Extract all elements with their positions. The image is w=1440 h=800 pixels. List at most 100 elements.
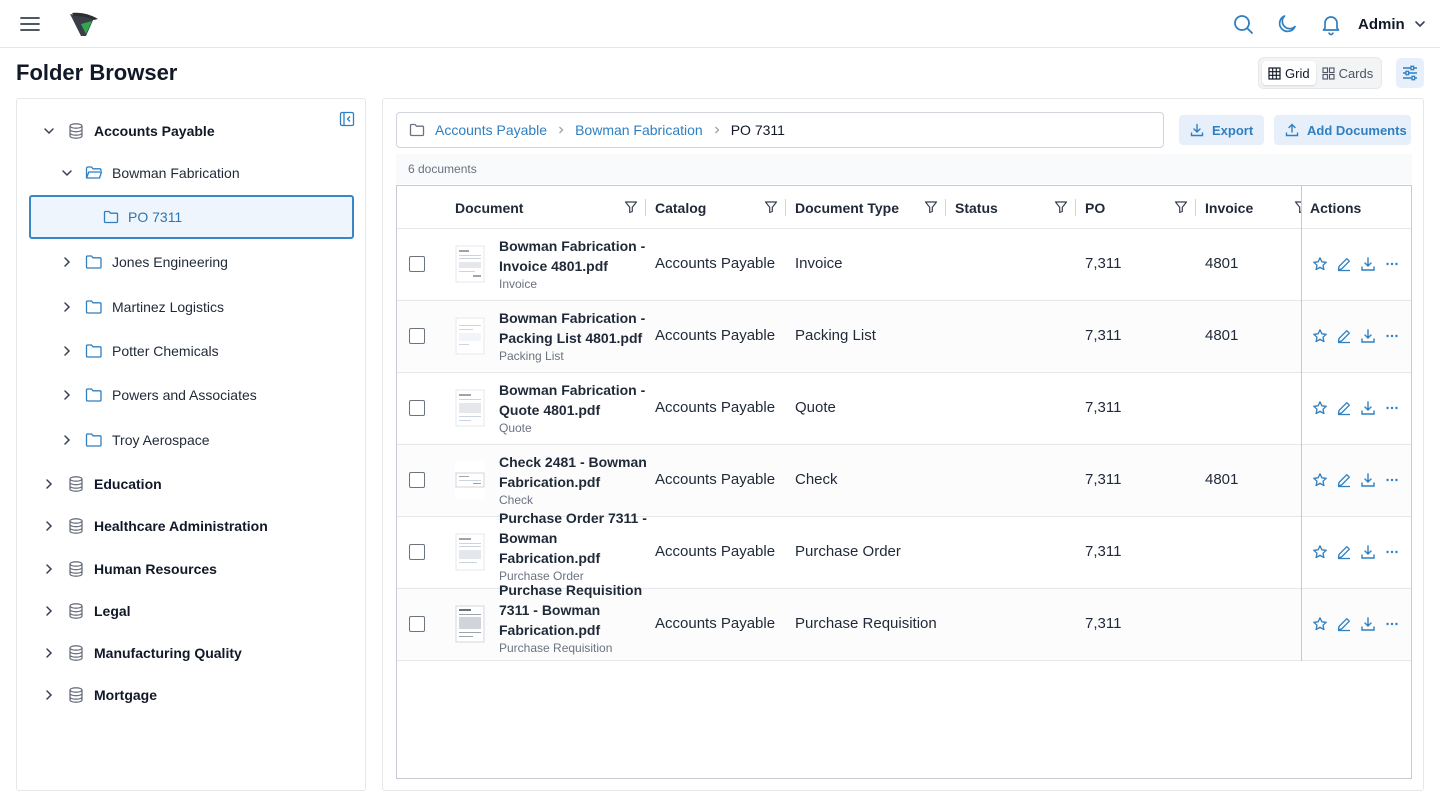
download-icon[interactable]	[1360, 544, 1376, 560]
chevron-right-icon[interactable]	[59, 254, 75, 270]
chevron-right-icon[interactable]	[41, 476, 57, 492]
download-icon[interactable]	[1360, 472, 1376, 488]
column-divider[interactable]	[1075, 199, 1076, 216]
table-row[interactable]: Bowman Fabrication - Invoice 4801.pdf Inv…	[397, 229, 1411, 301]
row-checkbox[interactable]	[409, 328, 425, 344]
row-checkbox[interactable]	[409, 472, 425, 488]
more-options-icon[interactable]	[1384, 328, 1400, 344]
favorite-star-icon[interactable]	[1312, 400, 1328, 416]
tree-folder-martinez-logistics[interactable]: Martinez Logistics	[59, 295, 224, 319]
document-title-link[interactable]: Bowman Fabrication - Quote 4801.pdf	[499, 380, 649, 420]
table-row[interactable]: Bowman Fabrication - Quote 4801.pdf Quote…	[397, 373, 1411, 445]
column-settings-button[interactable]	[1396, 58, 1424, 88]
column-header-document-type[interactable]: Document Type	[795, 186, 899, 229]
tree-catalog-accounts-payable[interactable]: Accounts Payable	[41, 119, 215, 143]
row-checkbox[interactable]	[409, 256, 425, 272]
document-title-link[interactable]: Purchase Requisition 7311 - Bowman Fabrica…	[499, 580, 649, 640]
table-row[interactable]: Purchase Order 7311 - Bowman Fabrication.p…	[397, 510, 1411, 589]
tree-folder-potter-chemicals[interactable]: Potter Chemicals	[59, 339, 219, 363]
chevron-right-icon[interactable]	[41, 603, 57, 619]
tree-catalog-mortgage[interactable]: Mortgage	[41, 683, 157, 707]
row-checkbox[interactable]	[409, 616, 425, 632]
table-row[interactable]: Purchase Requisition 7311 - Bowman Fabrica…	[397, 582, 1411, 661]
document-title-link[interactable]: Purchase Order 7311 - Bowman Fabrication.p…	[499, 508, 649, 568]
filter-icon[interactable]	[924, 200, 938, 214]
document-thumbnail[interactable]	[455, 389, 485, 427]
column-divider[interactable]	[1195, 199, 1196, 216]
add-documents-button[interactable]: Add Documents	[1274, 115, 1411, 145]
edit-pencil-icon[interactable]	[1336, 616, 1352, 632]
chevron-down-icon[interactable]	[59, 165, 75, 181]
column-header-po[interactable]: PO	[1085, 186, 1105, 229]
breadcrumb-link-accounts-payable[interactable]: Accounts Payable	[435, 122, 547, 138]
download-icon[interactable]	[1360, 256, 1376, 272]
favorite-star-icon[interactable]	[1312, 472, 1328, 488]
document-thumbnail[interactable]	[455, 245, 485, 283]
more-options-icon[interactable]	[1384, 256, 1400, 272]
column-header-catalog[interactable]: Catalog	[655, 186, 706, 229]
export-button[interactable]: Export	[1179, 115, 1264, 145]
favorite-star-icon[interactable]	[1312, 544, 1328, 560]
document-title-link[interactable]: Bowman Fabrication - Packing List 4801.pd…	[499, 308, 649, 348]
view-grid-button[interactable]: Grid	[1262, 61, 1316, 85]
edit-pencil-icon[interactable]	[1336, 544, 1352, 560]
more-options-icon[interactable]	[1384, 472, 1400, 488]
document-title-link[interactable]: Bowman Fabrication - Invoice 4801.pdf	[499, 236, 649, 276]
edit-pencil-icon[interactable]	[1336, 400, 1352, 416]
view-cards-button[interactable]: Cards	[1316, 61, 1380, 85]
favorite-star-icon[interactable]	[1312, 616, 1328, 632]
chevron-right-icon[interactable]	[59, 343, 75, 359]
document-thumbnail[interactable]	[455, 461, 485, 499]
more-options-icon[interactable]	[1384, 400, 1400, 416]
tree-catalog-legal[interactable]: Legal	[41, 599, 131, 623]
chevron-right-icon[interactable]	[41, 561, 57, 577]
tree-folder-troy-aerospace[interactable]: Troy Aerospace	[59, 428, 210, 452]
app-logo[interactable]	[68, 8, 100, 40]
row-checkbox[interactable]	[409, 400, 425, 416]
filter-icon[interactable]	[764, 200, 778, 214]
edit-pencil-icon[interactable]	[1336, 256, 1352, 272]
tree-catalog-education[interactable]: Education	[41, 472, 162, 496]
breadcrumb-link-bowman-fabrication[interactable]: Bowman Fabrication	[575, 122, 703, 138]
row-checkbox[interactable]	[409, 544, 425, 560]
document-thumbnail[interactable]	[455, 605, 485, 643]
edit-pencil-icon[interactable]	[1336, 328, 1352, 344]
collapse-panel-icon[interactable]	[339, 111, 355, 127]
chevron-down-icon[interactable]	[41, 123, 57, 139]
document-title-link[interactable]: Check 2481 - Bowman Fabrication.pdf	[499, 452, 649, 492]
column-divider[interactable]	[785, 199, 786, 216]
tree-catalog-manufacturing-quality[interactable]: Manufacturing Quality	[41, 641, 242, 665]
dark-mode-moon-icon[interactable]	[1275, 12, 1299, 36]
more-options-icon[interactable]	[1384, 616, 1400, 632]
chevron-right-icon[interactable]	[59, 387, 75, 403]
notifications-bell-icon[interactable]	[1319, 12, 1343, 36]
column-divider[interactable]	[945, 199, 946, 216]
download-icon[interactable]	[1360, 400, 1376, 416]
search-icon[interactable]	[1231, 12, 1255, 36]
column-header-invoice[interactable]: Invoice	[1205, 186, 1253, 229]
user-menu[interactable]: Admin	[1358, 13, 1427, 35]
chevron-right-icon[interactable]	[41, 518, 57, 534]
tree-folder-jones-engineering[interactable]: Jones Engineering	[59, 250, 228, 274]
document-thumbnail[interactable]	[455, 317, 485, 355]
favorite-star-icon[interactable]	[1312, 256, 1328, 272]
chevron-right-icon[interactable]	[59, 299, 75, 315]
hamburger-menu-icon[interactable]	[18, 12, 42, 36]
table-row[interactable]: Check 2481 - Bowman Fabrication.pdf Check…	[397, 445, 1411, 517]
tree-catalog-healthcare-administration[interactable]: Healthcare Administration	[41, 514, 268, 538]
tree-folder-powers-and-associates[interactable]: Powers and Associates	[59, 383, 257, 407]
column-header-document[interactable]: Document	[455, 186, 523, 229]
table-row[interactable]: Bowman Fabrication - Packing List 4801.pd…	[397, 301, 1411, 373]
download-icon[interactable]	[1360, 616, 1376, 632]
column-header-status[interactable]: Status	[955, 186, 998, 229]
document-thumbnail[interactable]	[455, 533, 485, 571]
tree-catalog-human-resources[interactable]: Human Resources	[41, 557, 217, 581]
column-divider[interactable]	[645, 199, 646, 216]
filter-icon[interactable]	[1054, 200, 1068, 214]
filter-icon[interactable]	[1294, 200, 1301, 214]
tree-folder-po-7311-selected[interactable]: PO 7311	[29, 195, 354, 239]
filter-icon[interactable]	[624, 200, 638, 214]
download-icon[interactable]	[1360, 328, 1376, 344]
tree-folder-bowman-fabrication[interactable]: Bowman Fabrication	[59, 161, 240, 185]
chevron-right-icon[interactable]	[41, 687, 57, 703]
